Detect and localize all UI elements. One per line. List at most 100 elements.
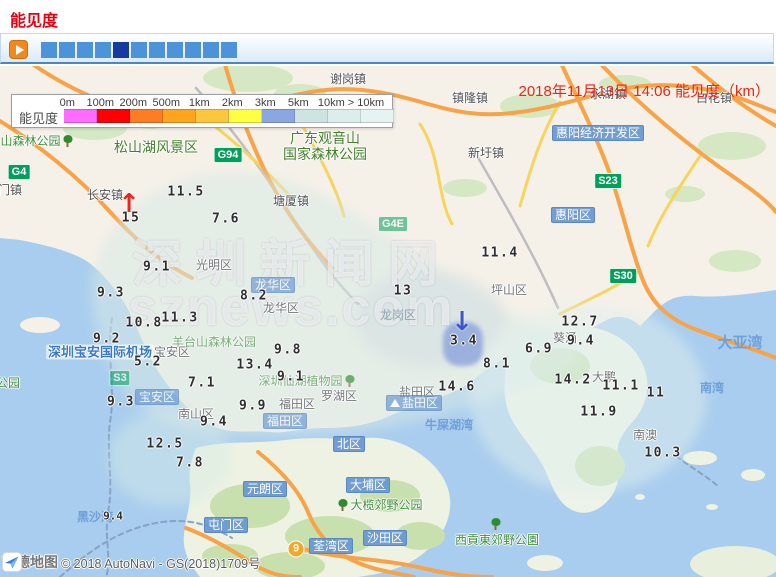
place-label: 宝安区 (135, 389, 179, 405)
amap-logo-icon[interactable] (2, 552, 22, 572)
visibility-value: 11.5 (167, 185, 204, 200)
legend-swatch (97, 109, 130, 123)
arrow-up-icon: ↑ (118, 189, 140, 219)
place-label: 惠阳经济开发区 (552, 125, 644, 141)
play-button[interactable] (9, 40, 28, 59)
page-title: 能见度 (10, 7, 58, 31)
visibility-value: 7.8 (176, 456, 204, 471)
legend-swatch (229, 109, 262, 123)
place-label: 龙岗区 (380, 309, 416, 321)
legend-swatch (163, 109, 196, 123)
visibility-value: 12.7 (561, 315, 598, 330)
visibility-value: 9.8 (274, 343, 302, 358)
legend-swatch (262, 109, 295, 123)
visibility-value: 13 (394, 284, 413, 299)
timeline-step[interactable] (203, 42, 219, 58)
map-container[interactable]: 深圳新闻网 sznews.com 长安镇塘厦镇谢岗镇镇隆镇永湖镇白花镇新圩镇门镇… (0, 66, 776, 577)
place-label: 罗湖区 (321, 390, 357, 402)
legend-swatch (64, 109, 97, 123)
timeline-step[interactable] (221, 42, 237, 58)
place-label: 盐田区 (386, 395, 442, 411)
visibility-value: 10.8 (125, 316, 162, 331)
visibility-value: 14.2 (554, 373, 591, 388)
place-label: 羊台山森林公园 (172, 336, 256, 348)
place-label: 北区 (333, 436, 365, 452)
visibility-value: 9.2 (93, 332, 121, 347)
legend-stop-label: 0m (51, 97, 84, 109)
legend-stops: 0m100m200m500m1km2km3km5km10km> 10km (64, 97, 394, 123)
tree-icon (345, 375, 356, 387)
timeline-step[interactable] (149, 42, 165, 58)
timestamp-label: 2018年11月13日 14:06 能见度（km） (519, 80, 771, 101)
legend-stop-label: 5km (282, 97, 315, 109)
place-label: 塘厦镇 (273, 195, 309, 207)
visibility-value: 14.6 (438, 380, 475, 395)
place-label: 龙华区 (263, 302, 299, 314)
place-label: 镇隆镇 (452, 92, 488, 104)
timeline-step[interactable] (131, 42, 147, 58)
playback-toolbar (0, 33, 774, 64)
legend-stop-label: 10km (315, 97, 348, 109)
visibility-value: 9.1 (277, 370, 305, 385)
mountain-icon (390, 399, 400, 407)
timeline-step-active[interactable] (113, 42, 129, 58)
legend-stop-label: 3km (249, 97, 282, 109)
legend-swatch (196, 109, 229, 123)
road-badge: S23 (594, 173, 622, 189)
header: 能见度 (0, 0, 776, 33)
visibility-value: 11.1 (602, 379, 639, 394)
place-label: 元朗区 (243, 481, 287, 497)
visibility-value: 8.2 (240, 289, 268, 304)
place-label: 谢岗镇 (330, 73, 366, 85)
arrow-down-icon: ↓ (451, 307, 473, 337)
visibility-value: 11.4 (481, 246, 518, 261)
place-label: 福田区 (279, 398, 315, 410)
visibility-value: 9.9 (239, 399, 267, 414)
legend-stop-label: 200m (117, 97, 150, 109)
play-icon (16, 45, 24, 55)
place-label: 大亚湾 (717, 336, 762, 351)
visibility-value: 12.5 (146, 437, 183, 452)
map-attribution: 高德地图 © 2018 AutoNavi - GS(2018)1709号 (2, 552, 261, 572)
timeline-step[interactable] (95, 42, 111, 58)
timeline-step[interactable] (167, 42, 183, 58)
timeline-step[interactable] (185, 42, 201, 58)
road-badge: G4E (378, 216, 408, 232)
tree-icon (337, 499, 348, 511)
copyright-text: © 2018 AutoNavi - GS(2018)1709号 (61, 553, 261, 572)
timeline-step[interactable] (41, 42, 57, 58)
visibility-value: 6.9 (525, 342, 553, 357)
place-label: 山森林公园 (0, 135, 75, 147)
visibility-value: 11.3 (161, 311, 198, 326)
place-label: 西貢東郊野公園 (455, 534, 539, 546)
timeline-squares (41, 42, 237, 58)
place-label: 南湾 (700, 382, 724, 394)
road-badge: G94 (214, 147, 243, 163)
legend-title: 能见度 (19, 108, 58, 127)
place-label (489, 518, 504, 530)
visibility-value: 11.9 (580, 405, 617, 420)
tree-icon (63, 135, 74, 147)
visibility-value: 11 (647, 386, 666, 401)
visibility-app: 能见度 (0, 0, 776, 577)
place-label: 荃湾区 (309, 538, 353, 554)
place-label: 松山湖风景区 (114, 140, 198, 154)
legend-stop-label: 1km (183, 97, 216, 109)
place-label: 光明区 (196, 259, 232, 271)
place-label: 大埔区 (346, 477, 390, 493)
visibility-value: 9.4 (567, 334, 595, 349)
place-label: 大榄郊野公园 (335, 499, 422, 511)
timeline-step[interactable] (77, 42, 93, 58)
map-label-layer: 深圳新闻网 sznews.com 长安镇塘厦镇谢岗镇镇隆镇永湖镇白花镇新圩镇门镇… (0, 66, 776, 577)
visibility-value: 7.6 (212, 212, 240, 227)
place-label: 新圩镇 (468, 147, 504, 159)
legend-panel: 能见度 0m100m200m500m1km2km3km5km10km> 10km (11, 94, 393, 128)
road-badge: G4 (8, 164, 31, 180)
place-label: 南澳 (633, 429, 657, 441)
legend-swatch (295, 109, 328, 123)
legend-stop-label: 500m (150, 97, 183, 109)
place-label: 屯门区 (204, 517, 248, 533)
timeline-step[interactable] (59, 42, 75, 58)
road-badge: S3 (109, 370, 130, 386)
place-label: 沙田区 (363, 530, 407, 546)
